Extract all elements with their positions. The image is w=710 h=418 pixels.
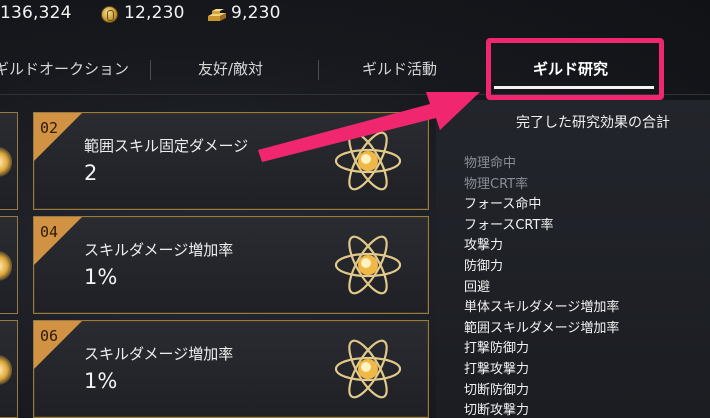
- research-summary-panel: 完了した研究効果の合計 物理命中 物理CRT率 フォース命中 フォースCRT率 …: [436, 100, 710, 418]
- annotation-highlight-box: [486, 38, 664, 100]
- tab-divider: [150, 60, 151, 80]
- atom-icon: [334, 339, 402, 399]
- research-card-partial[interactable]: [0, 112, 18, 210]
- stat-item: 物理命中: [464, 156, 517, 171]
- gold-value: 9,230: [231, 3, 281, 23]
- coin-icon: [101, 6, 118, 23]
- atom-icon: [334, 131, 402, 191]
- coin-value: 12,230: [124, 3, 185, 23]
- tab-guild-auction[interactable]: ギルドオークション: [0, 52, 129, 86]
- stat-item: 物理CRT率: [464, 176, 529, 192]
- stat-item: 防御力: [464, 258, 504, 274]
- card-value: 2: [84, 161, 98, 185]
- card-title: スキルダメージ増加率: [84, 241, 234, 259]
- stat-item: 回避: [464, 279, 491, 295]
- card-title: スキルダメージ増加率: [84, 345, 234, 363]
- atom-icon: [0, 251, 12, 281]
- gold-bars-icon: [208, 9, 226, 21]
- atom-icon: [334, 235, 402, 295]
- card-number: 06: [40, 327, 59, 345]
- card-value: 1%: [84, 265, 118, 289]
- card-number: 02: [40, 119, 59, 137]
- research-card-04[interactable]: 04 スキルダメージ増加率 1%: [33, 216, 429, 314]
- stat-item: 打撃攻撃力: [464, 361, 530, 377]
- stat-item: 単体スキルダメージ増加率: [464, 300, 620, 316]
- stat-item: フォース命中: [464, 197, 542, 213]
- currency-first-value: 136,324: [0, 3, 72, 23]
- research-card-partial[interactable]: [0, 216, 18, 314]
- card-title: 範囲スキル固定ダメージ: [84, 137, 249, 155]
- stat-item: 切断攻撃力: [464, 403, 530, 418]
- atom-icon: [0, 147, 12, 177]
- card-number: 04: [40, 223, 59, 241]
- stat-item: 打撃防御力: [464, 341, 530, 357]
- stat-item: 範囲スキルダメージ増加率: [464, 320, 620, 336]
- atom-icon: [0, 355, 12, 385]
- stat-list: 物理命中 物理CRT率 フォース命中 フォースCRT率 攻撃力 防御力 回避 単…: [464, 154, 619, 418]
- currency-bar: 136,324 12,230 9,230: [0, 0, 710, 28]
- research-card-02[interactable]: 02 範囲スキル固定ダメージ 2: [33, 112, 429, 210]
- card-value: 1%: [84, 369, 118, 393]
- panel-title: 完了した研究効果の合計: [516, 115, 670, 131]
- tab-divider: [318, 60, 319, 80]
- stat-item: 攻撃力: [464, 238, 504, 254]
- stat-item: 切断防御力: [464, 382, 530, 398]
- tab-friendship-hostility[interactable]: 友好/敵対: [198, 52, 263, 86]
- stat-item: フォースCRT率: [464, 217, 554, 233]
- research-card-06[interactable]: 06 スキルダメージ増加率 1%: [33, 320, 429, 418]
- tab-guild-activities[interactable]: ギルド活動: [362, 52, 437, 86]
- research-card-partial[interactable]: [0, 320, 18, 418]
